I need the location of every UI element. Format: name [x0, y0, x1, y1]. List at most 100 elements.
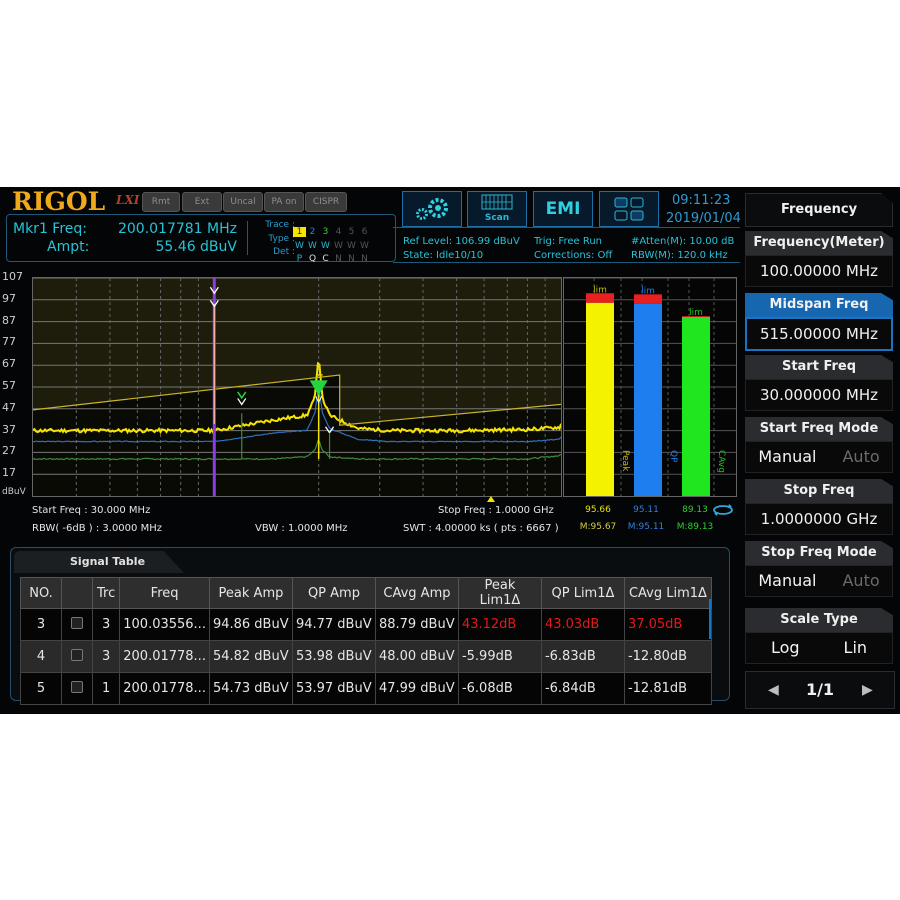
col-freq[interactable]: Freq: [119, 577, 210, 609]
table-row[interactable]: 5 1 200.01778... 54.73 dBuV 53.97 dBuV 4…: [20, 672, 712, 705]
cell-trc: 3: [91, 608, 121, 641]
table-row[interactable]: 3 3 100.03556... 94.86 dBuV 94.77 dBuV 8…: [20, 608, 712, 641]
y-tick-label: 27: [2, 444, 16, 458]
option-manual[interactable]: Manual: [758, 571, 816, 590]
cell-check[interactable]: [61, 608, 93, 641]
menu-midspan-freq[interactable]: Midspan Freq 515.00000 MHz: [745, 293, 893, 351]
trace-dets: PQCNNN: [293, 246, 371, 265]
option-manual[interactable]: Manual: [758, 447, 816, 466]
menu-item-title: Stop Freq: [745, 479, 893, 503]
menu-item-title: Stop Freq Mode: [745, 541, 893, 565]
row-checkbox[interactable]: [71, 648, 83, 661]
option-lin[interactable]: Lin: [844, 638, 868, 657]
spectrum-svg: 1: [32, 277, 562, 496]
y-tick-label: 107: [2, 270, 23, 283]
qp-value: 95.11: [633, 505, 659, 515]
col-check: [61, 577, 93, 609]
status-uncal[interactable]: Uncal: [223, 192, 263, 212]
meter-category-label: CAvg: [716, 450, 726, 473]
cell-cavg-lim: 37.05dB: [623, 608, 712, 641]
col-no[interactable]: NO.: [20, 577, 62, 609]
table-scrollbar[interactable]: [709, 599, 711, 639]
signal-table: NO. Trc Freq Peak Amp QP Amp CAvg Amp Pe…: [20, 577, 712, 705]
row-checkbox[interactable]: [71, 680, 83, 693]
col-trc[interactable]: Trc: [91, 577, 121, 609]
cell-peak-amp: 54.82 dBuV: [208, 640, 293, 673]
signal-marker-icon: [237, 391, 247, 400]
cell-check[interactable]: [61, 640, 93, 673]
option-auto[interactable]: Auto: [842, 447, 879, 466]
status-rmt[interactable]: Rmt: [142, 192, 180, 212]
refresh-icon[interactable]: [711, 503, 735, 517]
start-freq-mode-toggle[interactable]: Manual Auto: [745, 441, 893, 473]
scan-button[interactable]: Scan: [467, 191, 527, 227]
y-unit-label: dBuV: [2, 487, 26, 497]
cell-check[interactable]: [61, 672, 93, 705]
status-cispr[interactable]: CISPR: [305, 192, 347, 212]
limit-label: lim: [593, 285, 607, 295]
cavg-max: M:89.13: [676, 522, 714, 532]
vbw-readout: VBW : 1.0000 MHz: [255, 523, 348, 534]
cell-trc: 1: [91, 672, 121, 705]
menu-header-title: Frequency: [745, 193, 893, 227]
ref-level: Ref Level: 106.99 dBuV: [403, 236, 520, 247]
menu-stop-freq[interactable]: Stop Freq 1.0000000 GHz: [745, 479, 893, 535]
menu-start-freq[interactable]: Start Freq 30.000000 MHz: [745, 355, 893, 411]
col-cavg-lim[interactable]: CAvg Lim1Δ: [623, 577, 712, 609]
menu-item-title: Midspan Freq: [745, 293, 893, 317]
gear-icon: [416, 198, 448, 220]
marker-1-icon: [309, 380, 328, 396]
y-tick-label: 37: [2, 422, 16, 436]
det-2: Q: [308, 254, 317, 264]
table-row[interactable]: 4 3 200.01778... 54.82 dBuV 53.98 dBuV 4…: [20, 640, 712, 673]
col-qp-lim[interactable]: QP Lim1Δ: [540, 577, 625, 609]
status-ext[interactable]: Ext: [182, 192, 222, 212]
stop-freq-value[interactable]: 1.0000000 GHz: [745, 503, 893, 535]
frequency-meter-value[interactable]: 100.00000 MHz: [745, 255, 893, 287]
y-tick-label: 47: [2, 400, 16, 414]
type-label: Type :: [268, 234, 295, 244]
det-5: N: [348, 254, 355, 264]
cell-qp-lim: 43.03dB: [540, 608, 625, 641]
cell-peak-lim: -6.08dB: [457, 672, 542, 705]
option-auto[interactable]: Auto: [842, 571, 879, 590]
next-page-icon[interactable]: ▶: [862, 682, 873, 698]
corrections: Corrections: Off: [534, 250, 613, 261]
cell-qp-amp: 94.77 dBuV: [291, 608, 376, 641]
stop-freq-mode-toggle[interactable]: Manual Auto: [745, 565, 893, 597]
y-tick-label: 97: [2, 291, 16, 305]
layout-button[interactable]: [599, 191, 659, 227]
cell-peak-amp: 94.86 dBuV: [208, 608, 293, 641]
menu-item-title: Start Freq Mode: [745, 417, 893, 441]
limit-label: lim: [641, 286, 655, 296]
det-4: N: [335, 254, 342, 264]
signal-table-tab[interactable]: Signal Table: [14, 551, 184, 573]
marker-freq-label: Mkr1 Freq:: [13, 221, 87, 237]
scale-type-toggle[interactable]: Log Lin: [745, 632, 893, 664]
col-cavg-amp[interactable]: CAvg Amp: [374, 577, 459, 609]
row-checkbox[interactable]: [71, 616, 83, 629]
col-peak-amp[interactable]: Peak Amp: [208, 577, 293, 609]
menu-scale-type[interactable]: Scale Type Log Lin: [745, 608, 893, 664]
col-peak-lim[interactable]: Peak Lim1Δ: [457, 577, 542, 609]
col-qp-amp[interactable]: QP Amp: [291, 577, 376, 609]
option-log[interactable]: Log: [771, 638, 800, 657]
spectrum-plot[interactable]: 1: [32, 277, 562, 497]
rbw-meter: RBW(M): 120.0 kHz: [631, 250, 728, 261]
status-pa-on[interactable]: PA on: [264, 192, 304, 212]
swt-readout: SWT : 4.00000 ks ( pts : 6667 ): [403, 523, 559, 534]
marker-ampt-value: 55.46 dBuV: [155, 239, 237, 255]
trace-label: Trace :: [265, 220, 295, 230]
menu-frequency-meter[interactable]: Frequency(Meter) 100.00000 MHz: [745, 231, 893, 287]
menu-stop-freq-mode[interactable]: Stop Freq Mode Manual Auto: [745, 541, 893, 597]
signal-marker-icon: [237, 398, 247, 406]
menu-item-title: Scale Type: [745, 608, 893, 632]
settings-button[interactable]: [402, 191, 462, 227]
meter-svg: lim Peak lim QP lim CAvg: [564, 277, 736, 496]
menu-start-freq-mode[interactable]: Start Freq Mode Manual Auto: [745, 417, 893, 473]
midspan-freq-value[interactable]: 515.00000 MHz: [745, 317, 893, 351]
state: State: Idle10/10: [403, 250, 484, 261]
emi-button[interactable]: EMI: [533, 191, 593, 227]
start-freq-value[interactable]: 30.000000 MHz: [745, 379, 893, 411]
start-freq-readout: Start Freq : 30.000 MHz: [32, 505, 151, 516]
